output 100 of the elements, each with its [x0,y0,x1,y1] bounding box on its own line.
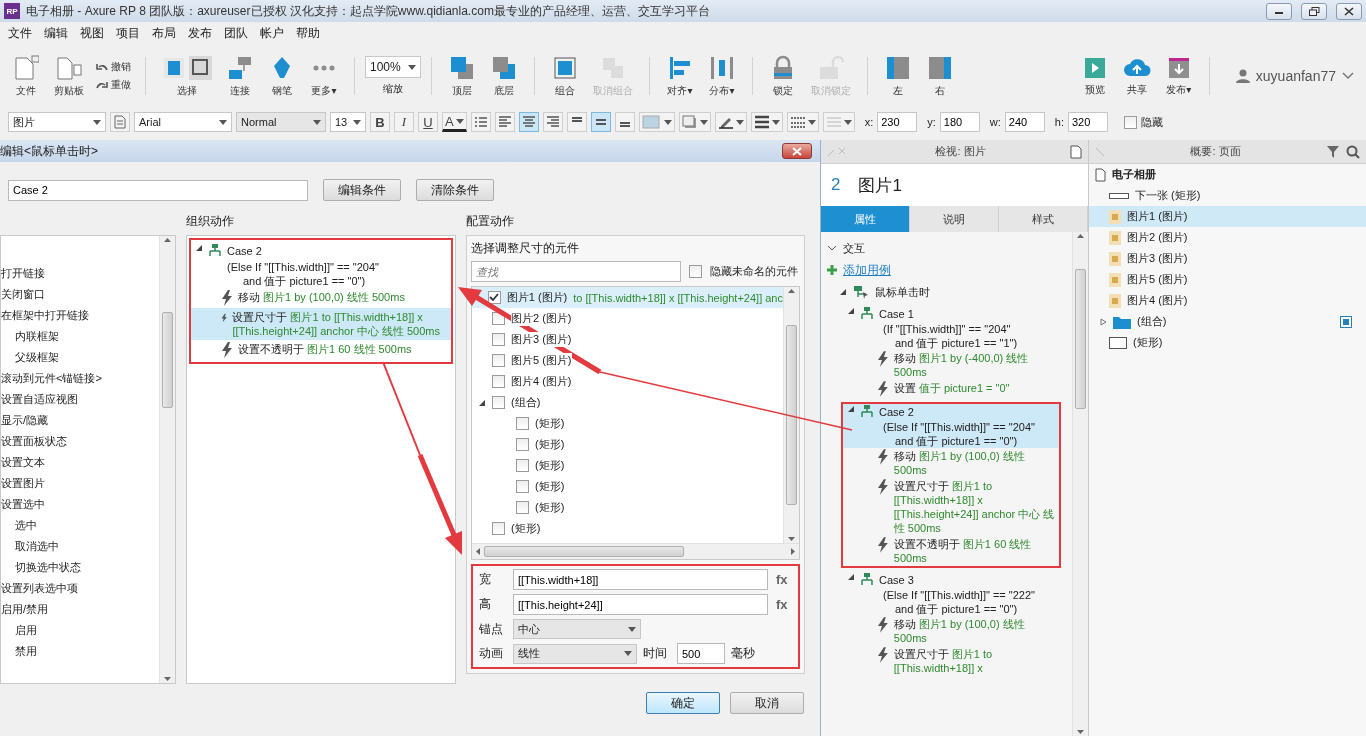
align-button[interactable] [494,112,515,132]
action-list-item[interactable]: 滚动到元件<锚链接> [1,368,159,389]
checkbox[interactable] [516,459,529,472]
action-list-item[interactable]: 设置自适应视图 [1,389,159,410]
action-list-item[interactable]: 在框架中打开链接 [1,305,159,326]
align-button[interactable] [518,112,539,132]
tab[interactable]: 属性 [821,206,910,232]
case-name-field[interactable]: Case 2 [8,179,308,201]
scrollbar[interactable] [783,287,799,543]
action-list-item[interactable]: 设置面板状态 [1,431,159,452]
widget-row[interactable]: 图片3 (图片) [472,329,783,350]
toolbar-button[interactable]: 更多▾ [304,52,344,100]
fx-button[interactable]: fx [774,597,790,612]
widget-row[interactable]: 图片5 (图片) [472,350,783,371]
fx-button[interactable]: fx [774,572,790,587]
expression-field[interactable]: [[This.height+24]] [513,594,768,615]
outline-row[interactable]: (矩形) [1089,332,1366,353]
zoom-dropdown[interactable]: 100% [365,56,421,78]
action-list-item[interactable]: 设置选中 [1,494,159,515]
widget-row[interactable]: 图片2 (图片) [472,308,783,329]
scrollbar-thumb[interactable] [162,311,173,408]
scrollbar-thumb[interactable] [786,325,797,505]
case-title[interactable]: Case 1 [879,307,914,321]
toolbar-button[interactable]: 共享 [1116,53,1157,99]
scrollbar-thumb[interactable] [1075,269,1086,409]
widget-row[interactable]: (矩形) [472,434,783,455]
style-edit-button[interactable] [110,112,130,132]
outline-row[interactable]: 下一张 (矩形) [1089,185,1366,206]
toolbar-button[interactable]: 底层 [484,52,524,100]
duration-field[interactable]: 500 [677,643,725,664]
bullets-button[interactable] [470,112,491,132]
toolbar-button[interactable]: 左 [878,52,918,100]
valign-button[interactable] [590,112,611,132]
menu-item[interactable]: 帐户 [254,22,290,44]
dialog-button[interactable]: 清除条件 [416,179,494,201]
action-list-item[interactable]: 父级框架 [1,347,159,368]
menu-item[interactable]: 编辑 [38,22,74,44]
outline-row[interactable]: 图片4 (图片) [1089,290,1366,311]
toolbar-button[interactable]: 组合 [545,52,585,100]
scrollbar-thumb[interactable] [484,546,684,557]
menu-item[interactable]: 项目 [110,22,146,44]
checkbox[interactable] [516,438,529,451]
coordinate-field[interactable]: 180 [939,112,980,132]
action-list-item[interactable]: 启用/禁用 [1,599,159,620]
arrow-style-button[interactable] [822,112,855,132]
expression-field[interactable]: [[This.width+18]] [513,569,768,590]
undo-button[interactable]: 撤销 [96,60,131,74]
action-list-item[interactable]: 内联框架 [1,326,159,347]
outline-row[interactable]: 图片3 (图片) [1089,248,1366,269]
outline-row[interactable]: 图片2 (图片) [1089,227,1366,248]
widget-row[interactable]: (矩形) [472,455,783,476]
anchor-dropdown[interactable]: 中心 [513,619,641,639]
event-title[interactable]: 鼠标单击时 [875,284,930,300]
checkbox[interactable] [516,501,529,514]
italic-button[interactable]: I [394,112,414,132]
checkbox[interactable] [492,375,505,388]
action-list-item[interactable]: 设置文本 [1,452,159,473]
widget-row[interactable]: 图片1 (图片) to [[This.width+18]] x [[This.height+24]] anc [472,287,783,308]
toolbar-button[interactable]: 顶层 [442,52,482,100]
menu-item[interactable]: 发布 [182,22,218,44]
widget-row[interactable]: 图片4 (图片) [472,371,783,392]
scrollbar[interactable] [1072,232,1088,736]
dialog-button[interactable]: 取消 [730,692,804,714]
animation-dropdown[interactable]: 线性 [513,643,637,664]
checkbox[interactable] [492,522,505,535]
outline-row[interactable]: 图片1 (图片) [1089,206,1366,227]
widget-row[interactable]: (矩形) [472,518,783,539]
toolbar-button[interactable]: 分布▾ [702,52,742,100]
action-list-item[interactable]: 选中 [1,515,159,536]
outline-row[interactable]: (组合) [1089,311,1366,332]
minimize-button[interactable] [1266,2,1292,20]
checkbox[interactable] [516,480,529,493]
toolbar-button[interactable]: 对齐▾ [660,52,700,100]
menu-item[interactable]: 视图 [74,22,110,44]
action-list-item[interactable]: 设置图片 [1,473,159,494]
valign-button[interactable] [614,112,635,132]
widget-row[interactable]: (矩形) [472,497,783,518]
font-dropdown[interactable]: Arial [134,112,232,132]
checkbox[interactable] [492,333,505,346]
menu-item[interactable]: 文件 [2,22,38,44]
checkbox[interactable] [487,291,501,304]
coordinate-field[interactable]: 320 [1068,112,1108,132]
action-list-item[interactable]: 取消选中 [1,536,159,557]
checkbox[interactable] [516,417,529,430]
outline-row[interactable]: 图片5 (图片) [1089,269,1366,290]
dialog-button[interactable]: 编辑条件 [323,179,401,201]
widget-name-field[interactable]: 图片1 [858,173,902,197]
redo-button[interactable]: 重做 [96,78,131,92]
menu-item[interactable]: 团队 [218,22,254,44]
action-list-item[interactable]: 设置列表选中项 [1,578,159,599]
toolbar-button[interactable]: 钢笔 [262,52,302,100]
coordinate-field[interactable]: 240 [1004,112,1045,132]
checkbox[interactable] [492,396,505,409]
fill-color-button[interactable] [638,112,675,132]
line-color-button[interactable] [714,112,747,132]
user-menu[interactable]: xuyuanfan77 [1229,67,1360,85]
coordinate-field[interactable]: 230 [877,112,918,132]
line-weight-button[interactable] [750,112,783,132]
action-row[interactable]: 设置尺寸于 图片1 to [[This.width+18]] x [[This.height+24]] anchor 中心 线性 500ms [191,308,451,340]
horizontal-scrollbar[interactable] [472,543,799,559]
